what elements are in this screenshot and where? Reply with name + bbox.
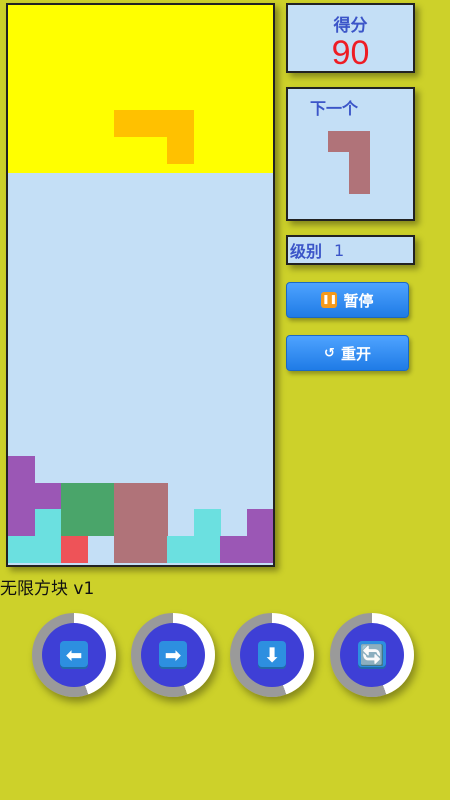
level-label: 级别	[290, 242, 323, 261]
settled-block	[87, 509, 115, 537]
score-label: 得分	[333, 16, 368, 36]
down-arrow-icon: ⬇	[258, 641, 286, 669]
move-left-button[interactable]: ⬅	[32, 613, 116, 697]
left-arrow-icon: ⬅	[60, 641, 88, 669]
settled-block	[140, 482, 168, 510]
settled-block	[114, 509, 141, 537]
move-right-button-face: ➡	[141, 623, 205, 687]
settled-block	[246, 509, 273, 537]
score-panel: 得分 90	[286, 3, 415, 73]
next-piece-cell	[349, 152, 370, 173]
next-piece-panel: 下一个	[286, 87, 415, 221]
settled-block	[8, 482, 35, 510]
restart-button[interactable]: ↺ 重开	[286, 335, 409, 371]
falling-piece-cell	[114, 110, 141, 138]
settled-block	[114, 536, 141, 563]
settled-block	[140, 536, 168, 563]
settled-block	[61, 482, 88, 510]
app-title: 无限方块 v1	[0, 579, 95, 599]
settled-block	[34, 536, 62, 563]
settled-block	[8, 456, 35, 484]
settled-block	[61, 536, 88, 563]
drop-down-button[interactable]: ⬇	[230, 613, 314, 697]
settled-block	[140, 509, 168, 537]
right-arrow-icon: ➡	[159, 641, 187, 669]
falling-piece-cell	[167, 137, 194, 164]
settled-block	[193, 509, 221, 537]
settled-block	[8, 509, 35, 537]
level-panel: 级别 1	[286, 235, 415, 265]
move-right-button[interactable]: ➡	[131, 613, 215, 697]
next-piece-cell	[349, 173, 370, 194]
restart-icon: ↺	[324, 345, 335, 361]
level-value: 1	[334, 240, 345, 260]
falling-piece-cell	[167, 110, 194, 138]
settled-block	[114, 482, 141, 510]
rotate-icon: 🔄	[358, 641, 386, 669]
settled-block	[34, 509, 62, 537]
restart-button-label: 重开	[340, 344, 371, 363]
move-left-button-face: ⬅	[42, 623, 106, 687]
settled-block	[61, 509, 88, 537]
next-piece-preview	[288, 89, 413, 219]
falling-piece-cell	[140, 110, 168, 138]
settled-block	[8, 536, 35, 563]
score-value: 90	[331, 34, 370, 72]
rotate-button[interactable]: 🔄	[330, 613, 414, 697]
rotate-button-face: 🔄	[340, 623, 404, 687]
settled-block	[87, 482, 115, 510]
pause-button[interactable]: ❚❚ 暂停	[286, 282, 409, 318]
settled-block	[193, 536, 221, 563]
pause-icon: ❚❚	[321, 292, 338, 308]
next-piece-cell	[328, 131, 349, 152]
drop-down-button-face: ⬇	[240, 623, 304, 687]
settled-block	[220, 536, 247, 563]
settled-block	[167, 536, 194, 563]
game-board	[6, 3, 275, 567]
danger-zone	[8, 5, 273, 173]
settled-block	[246, 536, 273, 563]
next-piece-cell	[349, 131, 370, 152]
settled-block	[34, 482, 62, 510]
pause-button-label: 暂停	[343, 291, 374, 310]
